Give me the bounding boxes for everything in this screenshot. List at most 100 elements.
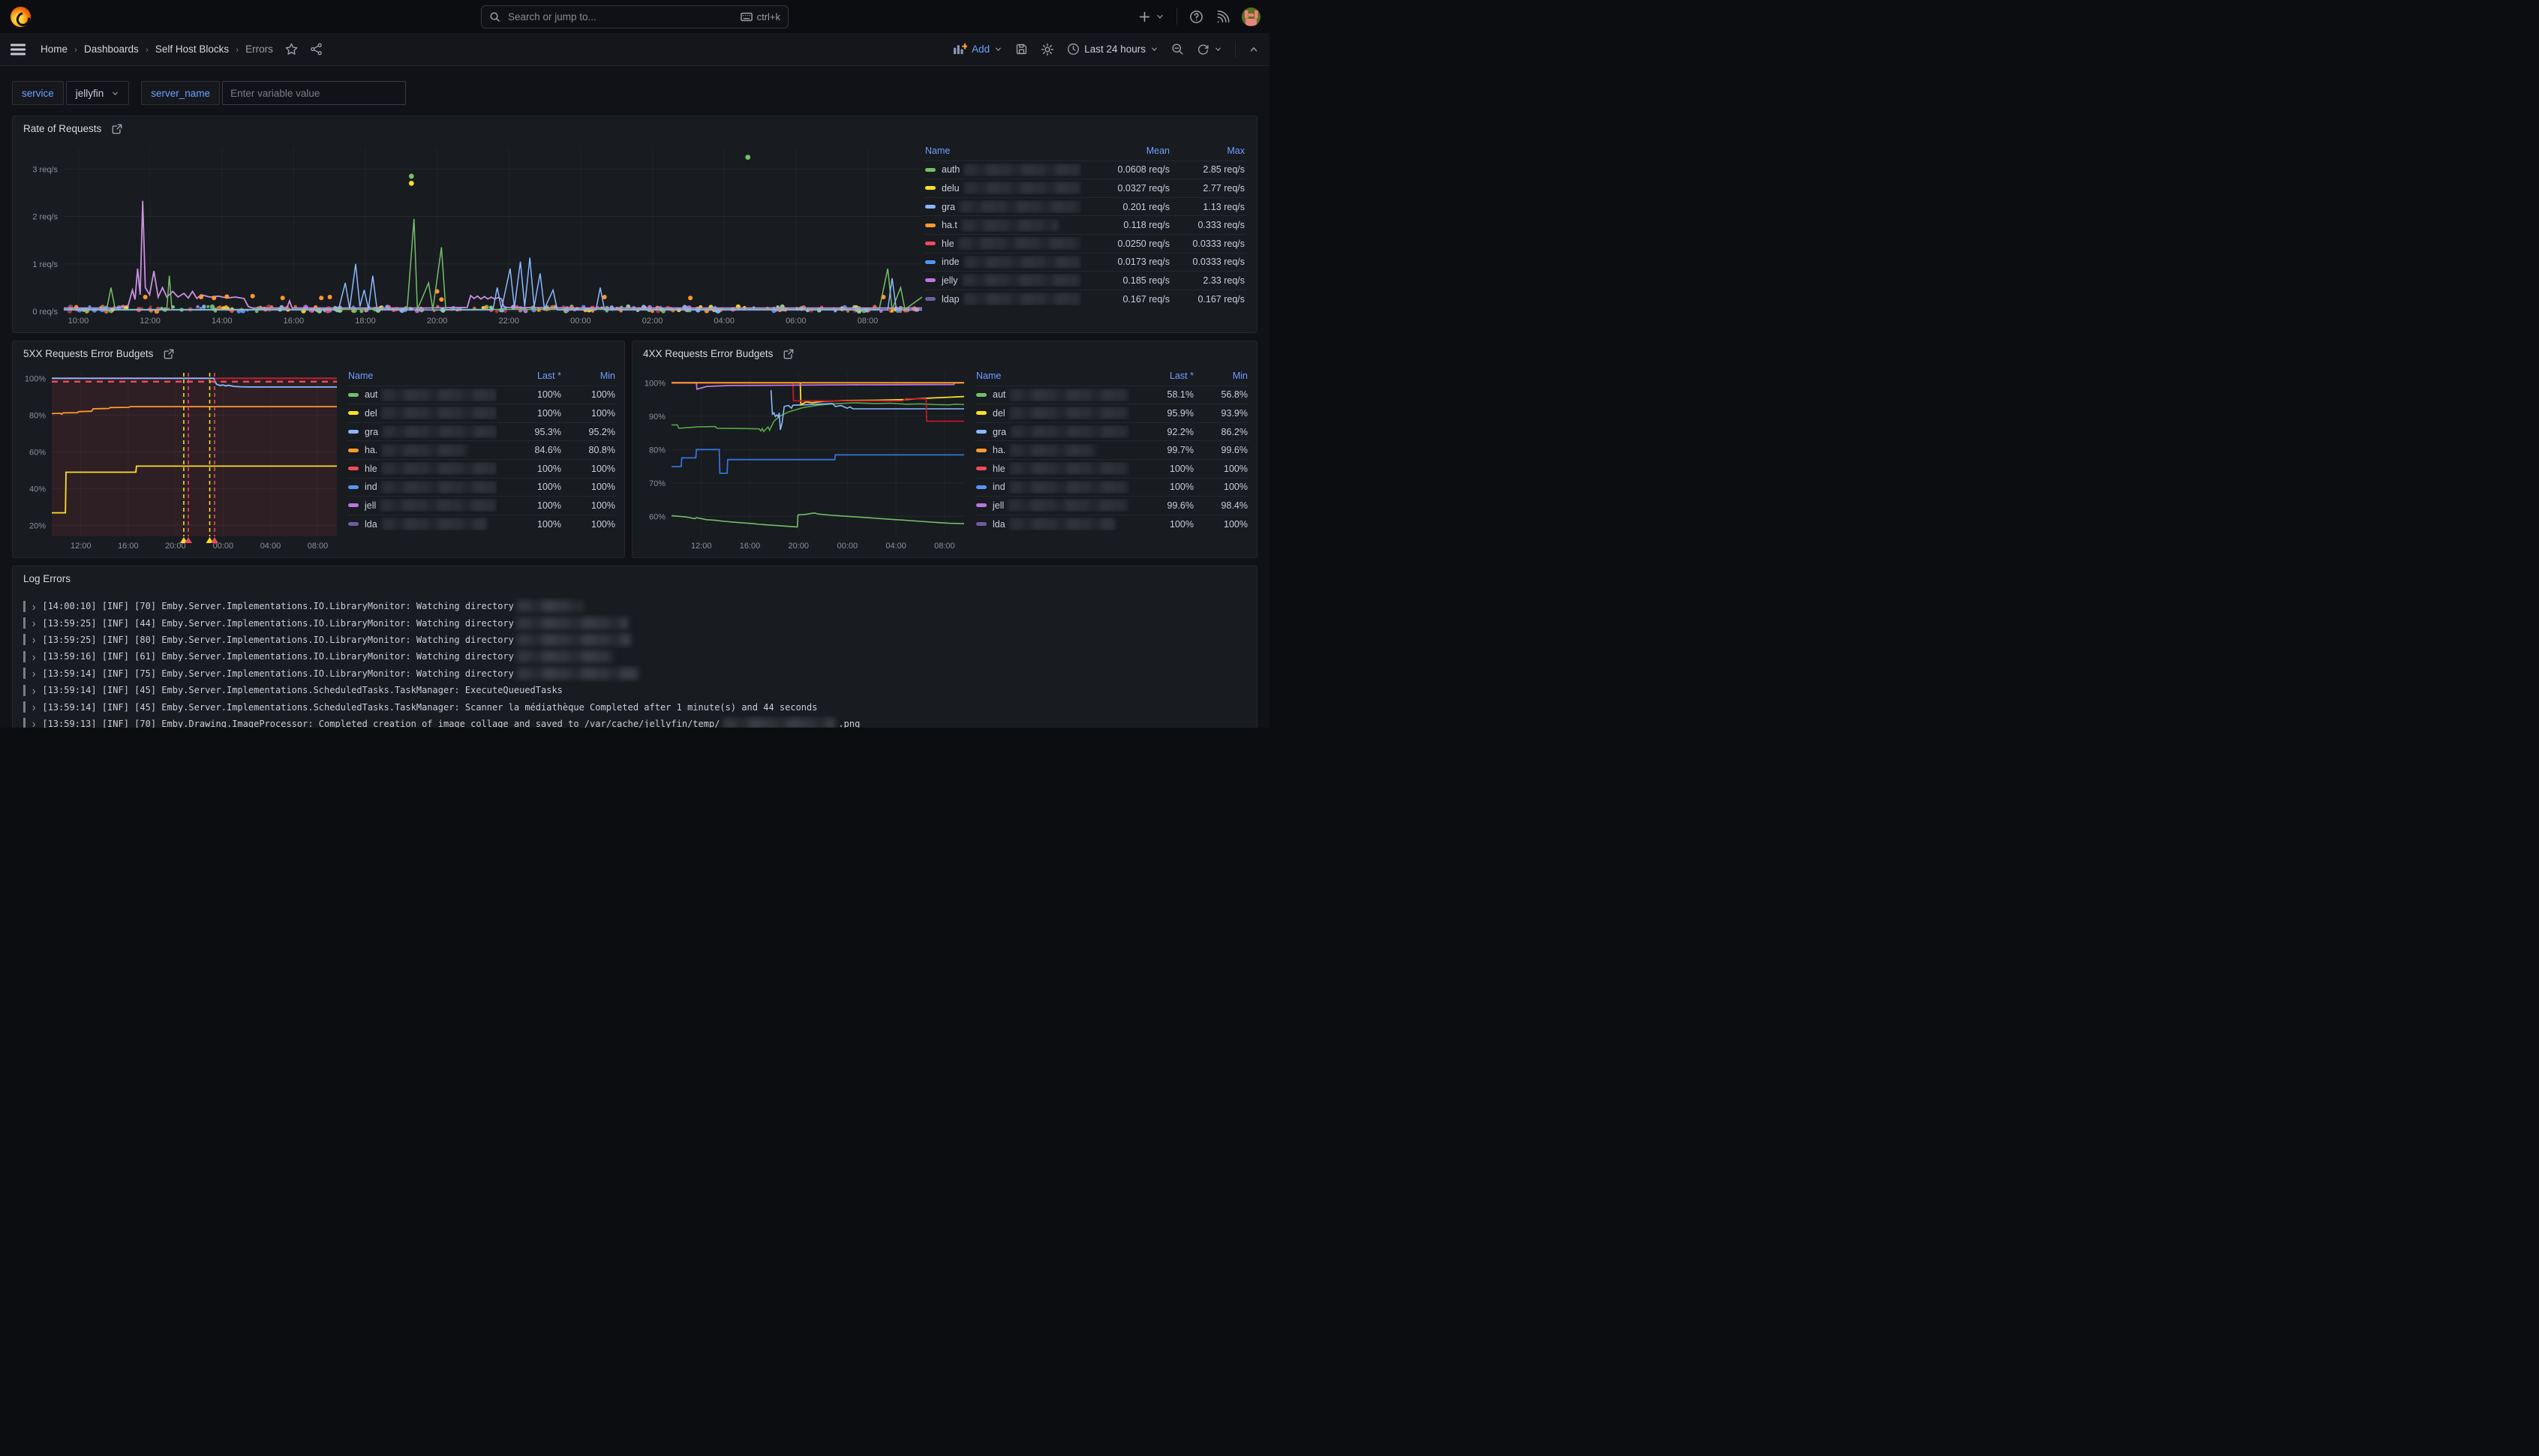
5xx-error-budget-chart[interactable]: 20%40%60%80%100%12:0016:0020:0000:0004:0… — [16, 365, 344, 553]
legend-row[interactable]: aut58.1%56.8% — [975, 386, 1249, 404]
legend-series-name[interactable]: jell — [976, 499, 1129, 512]
external-link-icon[interactable] — [164, 349, 174, 359]
legend-row[interactable]: hle100%100% — [975, 459, 1249, 478]
legend-row[interactable]: aut100%100% — [347, 386, 617, 404]
legend-row[interactable]: ldap0.167 req/s0.167 req/s — [924, 290, 1246, 308]
legend-row[interactable]: jell99.6%98.4% — [975, 496, 1249, 515]
4xx-error-budget-chart[interactable]: 60%70%80%90%100%12:0016:0020:0000:0004:0… — [636, 365, 972, 553]
legend-series-name[interactable]: hle — [976, 462, 1129, 475]
legend-series-name[interactable]: lda — [976, 518, 1129, 530]
legend-series-name[interactable]: lda — [348, 518, 497, 530]
rate-of-requests-chart[interactable]: 0 req/s1 req/s2 req/s3 req/s10:0012:0014… — [16, 140, 930, 328]
log-row[interactable]: ›[14:00:10] [INF] [70] Emby.Server.Imple… — [23, 598, 1249, 614]
help-icon[interactable] — [1189, 10, 1203, 24]
legend-series-name[interactable]: hle — [348, 462, 497, 475]
legend-row[interactable]: lda100%100% — [347, 515, 617, 533]
zoom-out-icon[interactable] — [1171, 43, 1184, 56]
legend-row[interactable]: hle0.0250 req/s0.0333 req/s — [924, 234, 1246, 253]
log-expand-icon[interactable]: › — [32, 617, 35, 630]
log-row[interactable]: ›[13:59:25] [INF] [80] Emby.Server.Imple… — [23, 632, 1249, 648]
legend-row[interactable]: gra95.3%95.2% — [347, 422, 617, 441]
legend-row[interactable]: ha.84.6%80.8% — [347, 440, 617, 459]
legend-series-name[interactable]: aut — [976, 389, 1129, 401]
external-link-icon[interactable] — [783, 349, 794, 359]
log-row[interactable]: ›[13:59:16] [INF] [61] Emby.Server.Imple… — [23, 648, 1249, 665]
search-bar[interactable]: ctrl+k — [481, 5, 789, 29]
save-dashboard-icon[interactable] — [1015, 43, 1028, 56]
legend-series-name[interactable]: ha.t — [925, 219, 1081, 232]
log-expand-icon[interactable]: › — [32, 717, 35, 728]
breadcrumb-item[interactable]: Errors — [245, 44, 273, 55]
legend-row[interactable]: ind100%100% — [975, 478, 1249, 497]
panel-header[interactable]: Rate of Requests — [13, 116, 1257, 136]
legend-column-last[interactable]: Last * — [1129, 371, 1194, 381]
menu-toggle-icon[interactable] — [11, 44, 27, 56]
legend-column-name[interactable]: Name — [348, 371, 497, 381]
server-name-variable-input[interactable] — [222, 81, 406, 105]
legend-column-name[interactable]: Name — [925, 146, 1081, 156]
legend-column-mean[interactable]: Mean — [1081, 146, 1170, 156]
user-avatar[interactable] — [1242, 8, 1260, 26]
log-expand-icon[interactable]: › — [32, 701, 35, 714]
legend-row[interactable]: gra0.201 req/s1.13 req/s — [924, 197, 1246, 216]
legend-row[interactable]: ha.99.7%99.6% — [975, 440, 1249, 459]
legend-series-name[interactable]: hle — [925, 237, 1081, 250]
breadcrumb-item[interactable]: Home — [41, 44, 68, 55]
refresh-picker[interactable] — [1197, 43, 1222, 56]
legend-series-name[interactable]: delu — [925, 182, 1081, 194]
breadcrumb-item[interactable]: Dashboards — [84, 44, 139, 55]
legend-series-name[interactable]: inde — [925, 256, 1081, 269]
grafana-logo[interactable] — [11, 7, 31, 27]
collapse-controls-icon[interactable] — [1248, 44, 1259, 55]
legend-series-name[interactable]: del — [348, 407, 497, 419]
legend-row[interactable]: gra92.2%86.2% — [975, 422, 1249, 441]
log-expand-icon[interactable]: › — [32, 667, 35, 680]
log-expand-icon[interactable]: › — [32, 683, 35, 697]
legend-series-name[interactable]: gra — [976, 425, 1129, 438]
panel-header[interactable]: 5XX Requests Error Budgets — [13, 341, 624, 361]
legend-column-max[interactable]: Max — [1170, 146, 1245, 156]
add-panel-button[interactable]: Add — [953, 43, 1002, 56]
legend-row[interactable]: ha.t0.118 req/s0.333 req/s — [924, 215, 1246, 234]
legend-row[interactable]: del95.9%93.9% — [975, 404, 1249, 422]
legend-series-name[interactable]: ldap — [925, 293, 1081, 305]
panel-header[interactable]: 4XX Requests Error Budgets — [632, 341, 1257, 361]
log-row[interactable]: ›[13:59:14] [INF] [45] Emby.Server.Imple… — [23, 682, 1249, 698]
legend-column-name[interactable]: Name — [976, 371, 1129, 381]
legend-series-name[interactable]: del — [976, 407, 1129, 419]
legend-row[interactable]: jelly0.185 req/s2.33 req/s — [924, 271, 1246, 290]
legend-row[interactable]: lda100%100% — [975, 515, 1249, 533]
breadcrumb-item[interactable]: Self Host Blocks — [155, 44, 229, 55]
share-icon[interactable] — [310, 43, 323, 56]
search-input[interactable] — [506, 11, 735, 23]
dashboard-settings-icon[interactable] — [1041, 43, 1054, 56]
legend-series-name[interactable]: ha. — [348, 444, 497, 457]
legend-row[interactable]: del100%100% — [347, 404, 617, 422]
legend-row[interactable]: delu0.0327 req/s2.77 req/s — [924, 179, 1246, 197]
log-row[interactable]: ›[13:59:14] [INF] [75] Emby.Server.Imple… — [23, 665, 1249, 682]
legend-series-name[interactable]: ha. — [976, 444, 1129, 457]
legend-row[interactable]: inde0.0173 req/s0.0333 req/s — [924, 253, 1246, 272]
time-range-picker[interactable]: Last 24 hours — [1067, 43, 1158, 56]
legend-series-name[interactable]: ind — [976, 481, 1129, 494]
legend-row[interactable]: ind100%100% — [347, 478, 617, 497]
service-variable-dropdown[interactable]: jellyfin — [66, 81, 130, 105]
legend-column-min[interactable]: Min — [561, 371, 615, 381]
log-expand-icon[interactable]: › — [32, 650, 35, 663]
legend-series-name[interactable]: auth — [925, 164, 1081, 176]
panel-header[interactable]: Log Errors — [13, 566, 1257, 586]
legend-series-name[interactable]: gra — [348, 425, 497, 438]
log-row[interactable]: ›[13:59:14] [INF] [45] Emby.Server.Imple… — [23, 698, 1249, 715]
news-rss-icon[interactable] — [1215, 10, 1230, 24]
legend-row[interactable]: jell100%100% — [347, 496, 617, 515]
log-expand-icon[interactable]: › — [32, 633, 35, 647]
legend-row[interactable]: hle100%100% — [347, 459, 617, 478]
log-expand-icon[interactable]: › — [32, 599, 35, 613]
external-link-icon[interactable] — [112, 124, 122, 134]
legend-series-name[interactable]: gra — [925, 200, 1081, 213]
log-row[interactable]: ›[13:59:13] [INF] [70] Emby.Drawing.Imag… — [23, 716, 1249, 728]
favorite-star-icon[interactable] — [285, 43, 298, 56]
log-row[interactable]: ›[13:59:25] [INF] [44] Emby.Server.Imple… — [23, 614, 1249, 631]
legend-series-name[interactable]: ind — [348, 481, 497, 494]
legend-series-name[interactable]: jell — [348, 499, 497, 512]
